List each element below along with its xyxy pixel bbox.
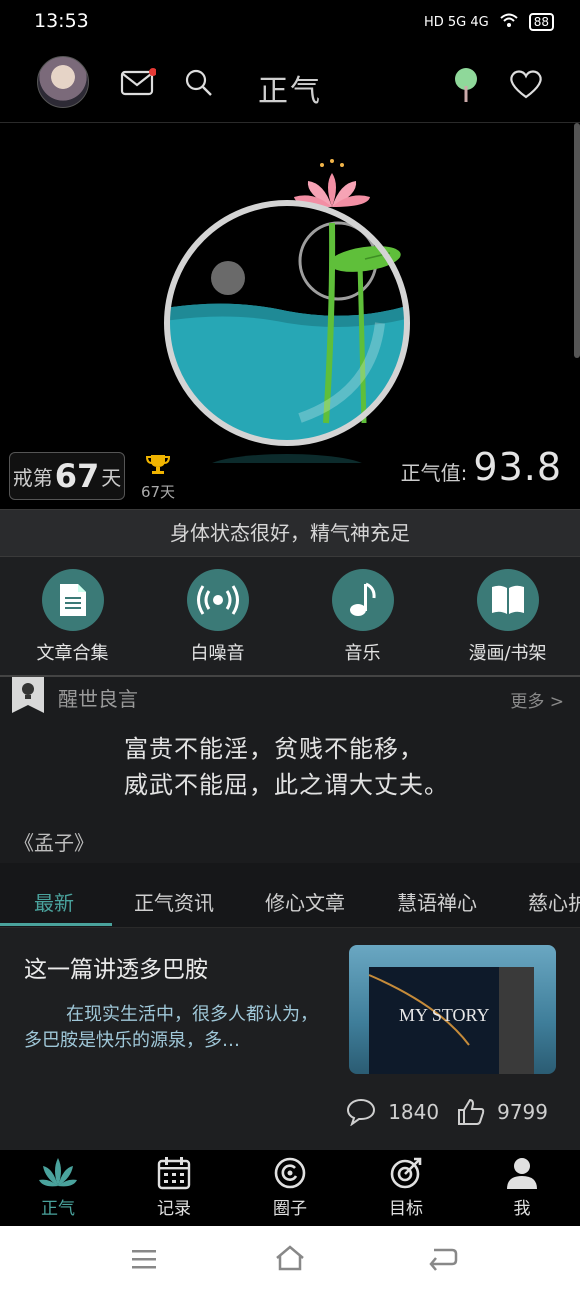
lightbulb-icon bbox=[12, 677, 44, 713]
tab-zen[interactable]: 慧语禅心 bbox=[397, 887, 477, 916]
article-thumbnail[interactable]: MY STORY bbox=[349, 945, 556, 1074]
lotus-bowl-illustration[interactable] bbox=[150, 133, 430, 463]
article-meta: 1840 9799 bbox=[346, 1098, 548, 1126]
quote-source: 《孟子》 bbox=[14, 831, 94, 855]
status-icons: HD 5G 4G 88 bbox=[424, 12, 554, 32]
avatar[interactable] bbox=[37, 56, 89, 108]
quick-item-white-noise[interactable]: 白噪音 bbox=[158, 557, 278, 675]
score-readout: 正气值: 93.8 bbox=[401, 445, 562, 489]
search-icon[interactable] bbox=[184, 68, 214, 102]
score-label: 正气值: bbox=[400, 461, 468, 485]
nav-label: 圈子 bbox=[273, 1199, 307, 1219]
category-tabs: 最新 正气资讯 修心文章 慧语禅心 慈心护 bbox=[0, 863, 580, 929]
app-header: 正气 bbox=[0, 46, 580, 123]
quick-label: 白噪音 bbox=[190, 643, 245, 664]
like-count: 9799 bbox=[497, 1100, 548, 1124]
document-icon bbox=[41, 569, 104, 631]
streak-days: 67 bbox=[54, 457, 100, 495]
quick-label: 音乐 bbox=[344, 643, 381, 664]
nav-item-zhengqi[interactable]: 正气 bbox=[0, 1150, 116, 1226]
nav-label: 正气 bbox=[41, 1199, 75, 1219]
quick-label: 文章合集 bbox=[36, 643, 109, 664]
bottom-nav: 正气 记录 圈子 目标 我 bbox=[0, 1150, 580, 1226]
comment-count: 1840 bbox=[388, 1100, 440, 1124]
quote-more-link[interactable]: 更多 > bbox=[510, 687, 564, 712]
article-card[interactable]: 这一篇讲透多巴胺 在现实生活中，很多人都认为，多巴胺是快乐的源泉，多… MY S… bbox=[0, 928, 580, 1150]
quote-card[interactable]: 醒世良言 更多 > 富贵不能淫，贫贱不能移， 威武不能屈，此之谓大丈夫。 《孟子… bbox=[0, 677, 580, 863]
lotus-icon bbox=[39, 1158, 77, 1187]
person-icon bbox=[507, 1158, 537, 1189]
nav-item-circle[interactable]: 圈子 bbox=[232, 1150, 348, 1226]
quick-label: 漫画/书架 bbox=[468, 643, 547, 664]
quote-line-1: 富贵不能淫，贫贱不能移， bbox=[124, 735, 424, 763]
quote-line-2: 威武不能屈，此之谓大丈夫。 bbox=[124, 771, 449, 799]
network-indicator: HD 5G 4G bbox=[423, 14, 489, 30]
tab-cultivation[interactable]: 修心文章 bbox=[265, 887, 345, 916]
nav-label: 目标 bbox=[389, 1199, 423, 1219]
article-title[interactable]: 这一篇讲透多巴胺 bbox=[24, 950, 208, 984]
tree-icon[interactable] bbox=[452, 66, 480, 108]
quick-menu: 文章合集 白噪音 音乐 漫画/书架 bbox=[0, 557, 580, 677]
trophy-record[interactable]: 67天 bbox=[140, 453, 176, 502]
tab-active-indicator bbox=[0, 923, 112, 926]
calendar-icon bbox=[157, 1157, 191, 1190]
streak-badge[interactable]: 戒第 67 天 bbox=[9, 452, 125, 500]
comment-icon[interactable] bbox=[346, 1098, 376, 1126]
trophy-days: 67天 bbox=[140, 483, 176, 501]
streak-prefix: 戒第 bbox=[12, 465, 53, 490]
music-note-icon bbox=[331, 569, 394, 631]
quick-item-articles[interactable]: 文章合集 bbox=[13, 557, 133, 675]
heart-icon[interactable] bbox=[508, 68, 544, 104]
nav-item-record[interactable]: 记录 bbox=[116, 1150, 232, 1226]
nav-label: 记录 bbox=[157, 1199, 191, 1219]
book-icon bbox=[476, 569, 539, 631]
article-excerpt: 在现实生活中，很多人都认为，多巴胺是快乐的源泉，多… bbox=[24, 1004, 318, 1051]
battery-icon: 88 bbox=[528, 13, 554, 31]
score-value: 93.8 bbox=[473, 445, 562, 489]
status-time: 13:53 bbox=[34, 10, 89, 32]
tab-news[interactable]: 正气资讯 bbox=[134, 887, 214, 916]
quote-heading: 醒世良言 bbox=[58, 687, 138, 711]
home-icon[interactable] bbox=[274, 1244, 306, 1272]
broadcast-icon bbox=[186, 569, 249, 631]
like-icon[interactable] bbox=[457, 1098, 485, 1126]
trophy-icon bbox=[145, 455, 171, 474]
thumbnail-caption: MY STORY bbox=[399, 1005, 490, 1025]
quick-item-music[interactable]: 音乐 bbox=[303, 557, 423, 675]
nav-item-me[interactable]: 我 bbox=[464, 1150, 580, 1226]
mail-icon[interactable] bbox=[120, 68, 157, 100]
back-icon[interactable] bbox=[428, 1246, 458, 1272]
hero-panel: 戒第 67 天 67天 正气值: 93.8 bbox=[0, 123, 580, 509]
wifi-icon bbox=[499, 12, 519, 32]
nav-item-target[interactable]: 目标 bbox=[348, 1150, 464, 1226]
system-nav-bar bbox=[0, 1226, 580, 1293]
status-bar: 13:53 HD 5G 4G 88 bbox=[0, 0, 580, 46]
tab-compassion[interactable]: 慈心护 bbox=[528, 887, 580, 916]
page-title: 正气 bbox=[258, 74, 322, 109]
streak-suffix: 天 bbox=[101, 465, 122, 490]
nav-label: 我 bbox=[513, 1199, 531, 1219]
tab-latest[interactable]: 最新 bbox=[34, 887, 74, 916]
scrollbar[interactable] bbox=[574, 123, 580, 358]
menu-icon[interactable] bbox=[130, 1248, 158, 1270]
body-status-text: 身体状态很好，精气神充足 bbox=[0, 509, 580, 557]
target-icon bbox=[390, 1157, 422, 1189]
quick-item-comics[interactable]: 漫画/书架 bbox=[448, 557, 568, 675]
circle-icon bbox=[274, 1157, 306, 1189]
